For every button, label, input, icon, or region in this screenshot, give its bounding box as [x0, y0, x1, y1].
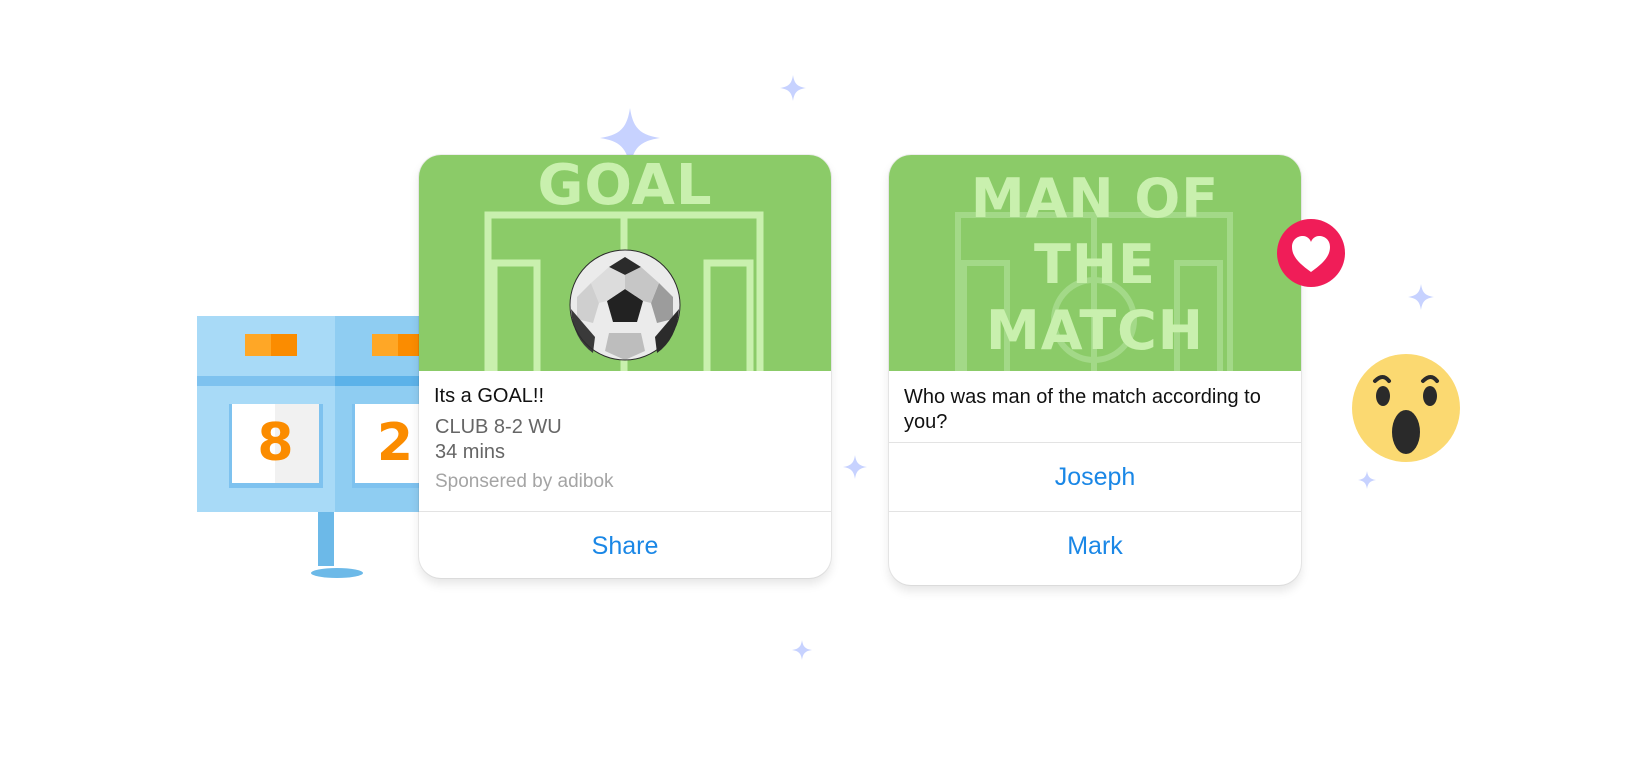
- heart-icon: [1277, 219, 1345, 287]
- sparkle-icon: [792, 640, 812, 660]
- poll-option-joseph[interactable]: Joseph: [889, 443, 1301, 511]
- share-button[interactable]: Share: [419, 526, 831, 576]
- poll-option-mark[interactable]: Mark: [889, 512, 1301, 580]
- sparkle-icon: [1408, 284, 1434, 310]
- poll-question: Who was man of the match according to yo…: [904, 386, 1261, 433]
- sparkle-icon: [1358, 471, 1376, 489]
- scoreboard: 8 2: [197, 316, 421, 578]
- goal-card-hero: GOAL: [419, 155, 831, 371]
- goal-card: GOAL Its a GOAL!! CLUB 8-2 WU 34 mins Sp…: [419, 155, 831, 578]
- sparkle-icon: [843, 455, 867, 479]
- goal-title: Its a GOAL!!: [434, 385, 545, 407]
- goal-hero-title: GOAL: [537, 155, 713, 218]
- poll-hero-title-line2: THE: [1034, 233, 1156, 296]
- score-line: CLUB 8-2 WU: [435, 416, 562, 438]
- soccer-ball-icon: [569, 249, 681, 361]
- wow-emoji-icon: [1352, 354, 1460, 462]
- poll-card-hero: MAN OF THE MATCH: [889, 155, 1301, 371]
- poll-card: MAN OF THE MATCH Who was man of the matc…: [889, 155, 1301, 585]
- home-score: 8: [257, 413, 294, 473]
- poll-hero-title-line3: MATCH: [986, 299, 1204, 362]
- match-time: 34 mins: [435, 441, 506, 463]
- divider: [419, 511, 831, 512]
- sponsor-text: Sponsered by adibok: [435, 471, 614, 492]
- sparkle-icon: [780, 75, 806, 101]
- poll-hero-title-line1: MAN OF: [970, 167, 1220, 230]
